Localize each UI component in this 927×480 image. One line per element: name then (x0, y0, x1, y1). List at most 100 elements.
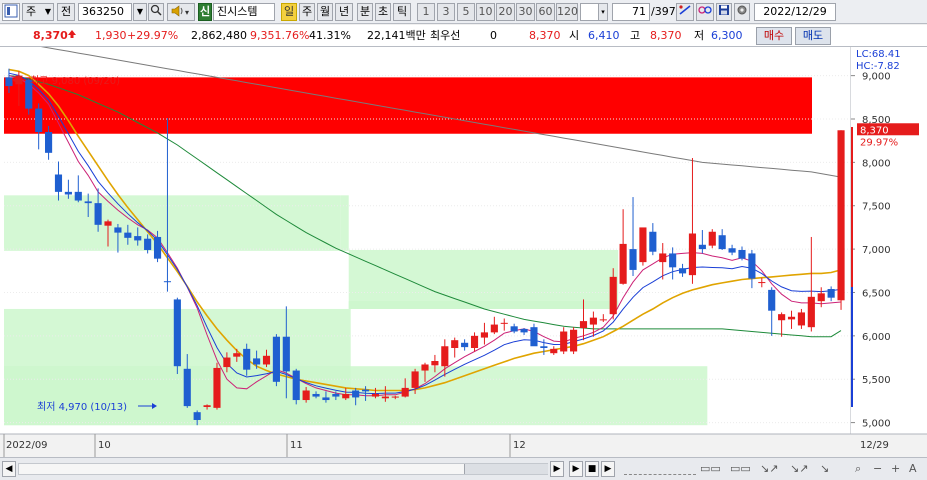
candle-body (104, 221, 112, 226)
chart-tool-icons-2[interactable]: ▭▭ (730, 461, 751, 477)
zoom-out-icon[interactable]: − (873, 461, 882, 477)
interval-spin-icon[interactable]: ▾ (598, 3, 608, 21)
page-total: /397 (651, 5, 676, 18)
candle-body (579, 321, 588, 329)
interval-120[interactable]: 120 (556, 3, 578, 21)
candle-body (262, 355, 271, 365)
candle (708, 229, 716, 249)
draw-tool-icon[interactable] (696, 3, 714, 21)
volume-zone (340, 195, 349, 251)
y-tick-label: 7,500 (862, 202, 891, 213)
candle-body (322, 397, 330, 401)
next-icon[interactable]: ▶ (601, 461, 615, 477)
period-tick-button[interactable]: 틱 (393, 3, 411, 21)
buy-button[interactable]: 매수 (756, 27, 792, 45)
candle-body (203, 405, 211, 407)
auto-scale-icon[interactable]: A (909, 461, 917, 477)
high-marker-label: 최고 9,080 (09/20) (30, 75, 120, 87)
save-glyph (719, 5, 729, 15)
period-year-button[interactable]: 년 (335, 3, 353, 21)
quote-bar: 8,370 1,930 +29.97% 2,862,480 9,351.76% … (0, 25, 927, 47)
interval-3[interactable]: 3 (437, 3, 455, 21)
candle-body (441, 346, 449, 367)
chart-svg[interactable]: 9,0008,5008,0007,5007,0006,5006,0005,500… (0, 40, 927, 457)
sell-button[interactable]: 매도 (795, 27, 831, 45)
chevron-down-icon: ▼ (44, 7, 51, 16)
candle-body (550, 348, 558, 354)
page-counter-input[interactable]: 71 (612, 3, 650, 21)
interval-20[interactable]: 20 (496, 3, 515, 21)
magnifier-icon[interactable]: ⌕ (855, 461, 861, 477)
interval-30[interactable]: 30 (516, 3, 535, 21)
chart-tool-icons-3[interactable]: ↘↗ (760, 461, 778, 477)
candle-body (431, 361, 439, 366)
link-icon[interactable] (676, 3, 694, 21)
open-label: 시 (569, 29, 580, 42)
candle-body (540, 346, 548, 348)
chart-tool-icons-1[interactable]: ▭▭ (700, 461, 721, 477)
chart-tool-icons-4[interactable]: ↘↗ (790, 461, 808, 477)
interval-60[interactable]: 60 (536, 3, 555, 21)
candle-body (84, 201, 92, 204)
low-label: 저 (694, 29, 705, 42)
current-price: 8,370 (33, 29, 68, 42)
candle-body (778, 314, 786, 321)
candle-body (302, 390, 310, 401)
volume-zone (348, 249, 619, 309)
candle-body (678, 268, 687, 274)
candle-body (589, 317, 597, 325)
candle-body (332, 393, 340, 397)
candle-body (688, 233, 697, 276)
interval-1[interactable]: 1 (417, 3, 435, 21)
layout-icon[interactable] (2, 3, 20, 21)
candle-body (183, 368, 191, 407)
prev-button[interactable]: 전 (57, 3, 75, 21)
candle-body (728, 248, 736, 253)
candle-body (163, 281, 172, 283)
candle-body (342, 393, 350, 399)
market-selector[interactable]: 주 ▼ (22, 3, 54, 21)
zoom-slider[interactable] (624, 463, 696, 475)
high-label: 고 (630, 29, 641, 42)
scroll-left-icon[interactable]: ◀ (2, 461, 16, 477)
stop-icon[interactable]: ■ (585, 461, 599, 477)
candle-body (282, 336, 290, 372)
period-week-button[interactable]: 주 (299, 3, 315, 21)
zoom-in-icon[interactable]: + (891, 461, 900, 477)
candle-body (371, 393, 380, 397)
volume: 2,862,480 (191, 29, 247, 42)
search-glyph (150, 4, 162, 16)
scroll-track[interactable] (18, 463, 548, 475)
speaker-glyph: ▾ (171, 5, 189, 17)
interval-10[interactable]: 10 (476, 3, 495, 21)
gear-icon[interactable] (734, 3, 750, 21)
play-icon[interactable]: ▶ (569, 461, 583, 477)
speaker-icon[interactable]: ▾ (167, 3, 195, 21)
date-field[interactable]: 2022/12/29 (754, 3, 836, 21)
x-label-12-29: 12/29 (860, 440, 889, 451)
period-minute-button[interactable]: 분 (357, 3, 373, 21)
low-price: 6,300 (711, 29, 743, 42)
candle-body (718, 235, 726, 250)
search-icon[interactable] (148, 3, 164, 21)
x-label-11: 11 (290, 440, 303, 451)
chart-tool-icons-5[interactable]: ↘ (820, 461, 829, 477)
price-change-pct: +29.97% (127, 29, 179, 42)
candle-body (312, 393, 320, 397)
save-icon[interactable] (716, 3, 732, 21)
stock-code-dropdown-icon[interactable]: ▼ (133, 3, 147, 21)
candle-body (530, 327, 538, 347)
candle-body (243, 348, 251, 370)
period-month-button[interactable]: 월 (317, 3, 333, 21)
low-marker-label: 최저 4,970 (10/13) (37, 401, 127, 413)
candle-body (787, 316, 796, 320)
price-chart[interactable]: 9,000 8,500 8,000 7,500 7,000 6,500 6,000 5,500… (0, 40, 927, 457)
turnover-ratio: 41.31% (309, 29, 351, 42)
stock-code-input[interactable]: 363250 (78, 3, 132, 21)
period-second-button[interactable]: 초 (375, 3, 391, 21)
last-price-tag-text: 8,370 (860, 125, 889, 136)
period-day-button[interactable]: 일 (281, 3, 297, 21)
scroll-thumb[interactable] (464, 464, 548, 474)
scroll-right-icon[interactable]: ▶ (550, 461, 564, 477)
interval-5[interactable]: 5 (457, 3, 475, 21)
